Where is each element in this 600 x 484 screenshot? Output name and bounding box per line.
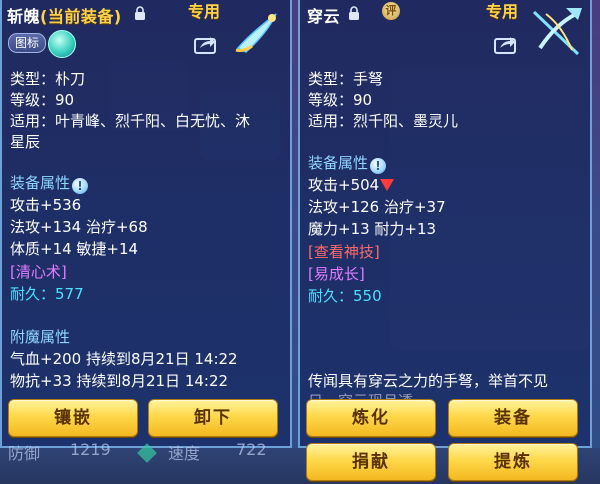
attr-section-head: 装备属性! — [10, 174, 89, 194]
skill-link[interactable]: [清心术] — [10, 263, 67, 282]
description-line-1: 传闻具有穿云之力的手弩，举首不见 — [308, 372, 549, 390]
decrease-arrow-icon — [380, 179, 395, 191]
item-name-row: 斩魄(当前装备) — [7, 3, 122, 27]
crossbow-item-icon[interactable] — [526, 4, 586, 60]
unequip-button[interactable]: 卸下 — [148, 399, 278, 437]
extract-button[interactable]: 提炼 — [448, 443, 578, 481]
share-icon[interactable] — [194, 34, 216, 54]
attr-head-label: 装备属性 — [10, 174, 71, 192]
speed-stat-value: 722 — [236, 440, 267, 459]
defense-stat-value: 1219 — [70, 440, 111, 459]
mana-end-stat: 魔力+13 耐力+13 — [308, 220, 437, 238]
durability: 耐久：577 — [10, 285, 84, 303]
attack-stat: 攻击+504 — [308, 176, 395, 195]
info-icon[interactable]: ! — [72, 178, 89, 194]
attack-stat: 攻击+536 — [10, 196, 82, 214]
lock-icon — [349, 6, 359, 20]
speed-stat-label: 速度 — [168, 444, 201, 463]
skill-link-growth[interactable]: [易成长] — [308, 265, 365, 284]
item-fit: 适用：烈千阳、墨灵儿 — [308, 112, 459, 130]
item-type: 类型：手弩 — [308, 70, 384, 88]
donate-button[interactable]: 捐献 — [306, 443, 436, 481]
toggle-orb-icon[interactable] — [48, 30, 76, 58]
icon-toggle-button[interactable]: 图标 — [8, 33, 47, 53]
item-name: 穿云 — [307, 7, 341, 26]
item-name: 斩魄 — [7, 7, 41, 26]
defense-stat-label: 防御 — [8, 444, 41, 463]
inlay-button[interactable]: 镶嵌 — [8, 399, 138, 437]
enchant-section-head: 附魔属性 — [10, 328, 71, 346]
equipment-tooltip-compare: 穿云 评 专用 类型：手弩 等级：90 适用：烈千阳、墨灵儿 装备属性! 攻击+… — [298, 0, 592, 448]
durability: 耐久：550 — [308, 287, 382, 305]
item-fit-line1: 适用：叶青峰、烈千阳、白无忧、沐 — [10, 112, 251, 130]
equip-button[interactable]: 装备 — [448, 399, 578, 437]
equipped-label: (当前装备) — [40, 7, 122, 26]
share-icon[interactable] — [494, 34, 516, 54]
equipment-tooltip-current: 斩魄(当前装备) 专用 图标 类型：朴刀 等级：90 适用：叶青峰、烈千阳、白无… — [0, 0, 292, 448]
attr-section-head: 装备属性! — [308, 154, 387, 174]
enchant-line-2: 物抗+33 持续到8月21日 14:22 — [10, 372, 229, 390]
phys-agi-stat: 体质+14 敏捷+14 — [10, 240, 139, 258]
attr-head-label: 装备属性 — [308, 154, 369, 172]
item-fit-line2: 星辰 — [10, 133, 41, 151]
exclusive-tag: 专用 — [486, 2, 519, 21]
enchant-line-1: 气血+200 持续到8月21日 14:22 — [10, 350, 238, 368]
info-icon[interactable]: ! — [370, 158, 387, 174]
refine-button[interactable]: 炼化 — [306, 399, 436, 437]
sword-item-icon[interactable] — [228, 4, 288, 60]
attack-value: 攻击+504 — [308, 176, 380, 194]
skill-link-view[interactable]: [查看神技] — [308, 243, 380, 262]
magic-heal-stat: 法攻+134 治疗+68 — [10, 218, 148, 236]
rating-seal-icon[interactable]: 评 — [382, 2, 400, 20]
exclusive-tag: 专用 — [188, 2, 221, 21]
item-type: 类型：朴刀 — [10, 70, 86, 88]
item-level: 等级：90 — [10, 91, 75, 109]
lock-icon — [135, 6, 145, 20]
magic-heal-stat: 法攻+126 治疗+37 — [308, 198, 446, 216]
item-level: 等级：90 — [308, 91, 373, 109]
